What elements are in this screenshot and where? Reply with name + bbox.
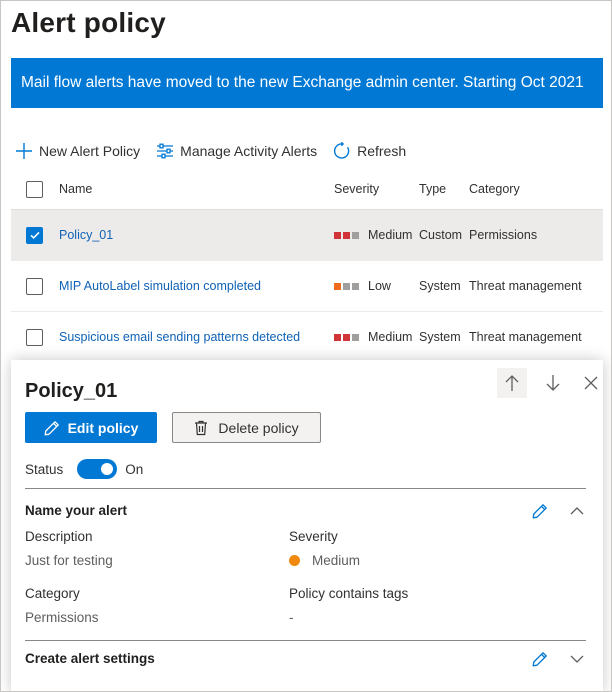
section-divider xyxy=(25,488,586,489)
status-label: Status xyxy=(25,461,64,477)
edit-section-button[interactable] xyxy=(530,501,550,521)
row-checkbox[interactable] xyxy=(26,277,43,295)
severity-value: Medium xyxy=(312,553,361,568)
category-cell: Threat management xyxy=(469,330,582,344)
page-title: Alert policy xyxy=(11,7,166,38)
status-toggle[interactable] xyxy=(77,459,118,479)
severity-medium-icon xyxy=(334,333,361,341)
sliders-icon xyxy=(157,143,174,159)
status-row: Status On xyxy=(25,459,143,479)
severity-dot-icon xyxy=(289,555,300,566)
severity-medium-icon xyxy=(334,231,361,239)
select-all-checkbox[interactable] xyxy=(26,180,43,198)
description-label: Description xyxy=(25,529,93,544)
severity-cell: Medium xyxy=(334,330,419,344)
collapse-section-button[interactable] xyxy=(567,501,587,521)
row-check-cell xyxy=(11,328,59,346)
close-panel-button[interactable] xyxy=(579,368,603,398)
toggle-knob xyxy=(101,463,114,475)
category-cell: Threat management xyxy=(469,279,582,293)
row-check-cell xyxy=(11,277,59,295)
description-value: Just for testing xyxy=(25,553,113,568)
type-cell: Custom xyxy=(419,228,463,242)
refresh-icon xyxy=(334,142,350,159)
select-all-cell xyxy=(11,180,59,198)
column-header-name[interactable]: Name xyxy=(59,182,334,196)
edit-policy-label: Edit policy xyxy=(67,419,139,436)
panel-title: Policy_01 xyxy=(25,380,118,402)
arrow-down-icon xyxy=(546,375,560,391)
table-row[interactable]: Suspicious email sending patterns detect… xyxy=(11,311,603,362)
policy-name-link[interactable]: Policy_01 xyxy=(59,228,334,242)
section-divider xyxy=(25,640,586,641)
checkmark-icon xyxy=(29,231,40,240)
close-icon xyxy=(584,376,598,390)
info-banner: Mail flow alerts have moved to the new E… xyxy=(11,58,603,108)
next-item-button[interactable] xyxy=(538,368,568,398)
type-cell: System xyxy=(419,330,461,344)
chevron-up-icon xyxy=(570,507,584,515)
category-value: Permissions xyxy=(25,610,99,625)
row-check-cell xyxy=(11,226,59,244)
status-value: On xyxy=(125,461,144,477)
policy-name-link[interactable]: Suspicious email sending patterns detect… xyxy=(59,330,334,344)
pencil-icon xyxy=(532,504,547,519)
refresh-label: Refresh xyxy=(357,143,407,159)
arrow-up-icon xyxy=(505,375,519,391)
severity-label: Severity xyxy=(289,529,338,544)
edit-section-button[interactable] xyxy=(530,649,550,669)
severity-text: Medium xyxy=(368,330,413,344)
delete-policy-button[interactable]: Delete policy xyxy=(172,412,321,443)
row-checkbox[interactable] xyxy=(26,328,43,346)
policy-details-panel: Policy_01 Edit policy Delete policy Stat… xyxy=(11,360,603,691)
severity-cell: Low xyxy=(334,279,419,293)
new-alert-policy-button[interactable]: New Alert Policy xyxy=(15,142,140,160)
policy-name-link[interactable]: MIP AutoLabel simulation completed xyxy=(59,279,334,293)
column-header-type[interactable]: Type xyxy=(419,182,469,196)
column-header-category[interactable]: Category xyxy=(469,182,603,196)
manage-activity-alerts-button[interactable]: Manage Activity Alerts xyxy=(156,142,317,160)
trash-icon xyxy=(195,420,208,435)
row-checkbox[interactable] xyxy=(26,226,43,244)
section-title-create-alert-settings: Create alert settings xyxy=(25,651,155,666)
edit-policy-button[interactable]: Edit policy xyxy=(25,412,157,443)
previous-item-button[interactable] xyxy=(497,368,527,398)
category-label: Category xyxy=(25,586,80,601)
delete-policy-label: Delete policy xyxy=(218,419,299,436)
expand-section-button[interactable] xyxy=(567,649,587,669)
pencil-icon xyxy=(532,652,547,667)
severity-text: Medium xyxy=(368,228,413,242)
refresh-button[interactable]: Refresh xyxy=(333,142,406,160)
severity-value-row: Medium xyxy=(289,553,360,568)
alert-policy-table: Name Severity Type Category Policy_01 Me… xyxy=(11,169,603,362)
severity-text: Low xyxy=(368,279,391,293)
manage-activity-alerts-label: Manage Activity Alerts xyxy=(180,143,318,159)
table-header: Name Severity Type Category xyxy=(11,169,603,209)
severity-cell: Medium xyxy=(334,228,419,242)
app-frame: Alert policy Mail flow alerts have moved… xyxy=(0,0,612,692)
type-cell: System xyxy=(419,279,461,293)
plus-icon xyxy=(16,143,32,159)
chevron-down-icon xyxy=(570,655,584,663)
column-header-severity[interactable]: Severity xyxy=(334,182,419,196)
table-row[interactable]: Policy_01 Medium Custom Permissions xyxy=(11,209,603,260)
tags-label: Policy contains tags xyxy=(289,586,409,601)
section-title-name-your-alert: Name your alert xyxy=(25,503,128,518)
pencil-icon xyxy=(44,420,59,435)
new-alert-policy-label: New Alert Policy xyxy=(39,143,141,159)
table-row[interactable]: MIP AutoLabel simulation completed Low S… xyxy=(11,260,603,311)
severity-low-icon xyxy=(334,282,361,290)
toolbar: New Alert Policy Manage Activity Alerts … xyxy=(15,139,422,163)
tags-value: - xyxy=(289,610,294,625)
category-cell: Permissions xyxy=(469,228,538,242)
